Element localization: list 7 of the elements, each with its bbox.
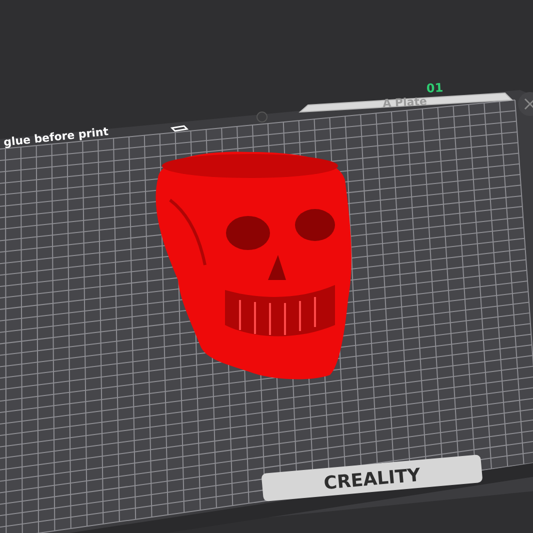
close-icon[interactable] xyxy=(518,92,533,116)
bed-logo: CREALITY xyxy=(323,464,422,494)
plate-number: 01 xyxy=(426,80,444,96)
plate-name: A Plate xyxy=(382,94,428,110)
plate-hint: glue before print xyxy=(2,125,110,149)
edit-icon[interactable] xyxy=(170,125,189,132)
plate-tab[interactable] xyxy=(298,92,514,113)
